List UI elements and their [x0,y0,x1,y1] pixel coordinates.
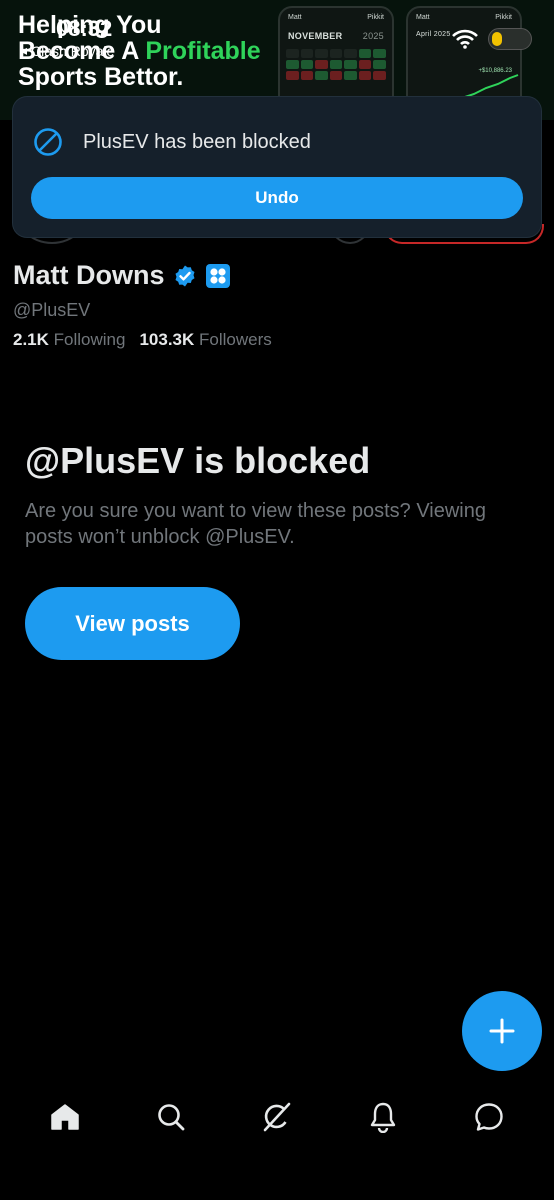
banner-line-1: Helping You [18,11,162,39]
following-count: 2.1K [13,330,49,349]
banner-line-3: Sports Bettor. [18,64,261,90]
mock1-user: Matt [288,14,302,21]
battery-icon [488,28,532,50]
home-icon [51,1104,79,1130]
following-link[interactable]: 2.1K Following [13,330,125,350]
mock2-month: April 2025 [416,31,451,38]
messages-icon [475,1103,503,1131]
bottom-navigation [0,1080,554,1154]
search-icon [158,1104,185,1131]
banner-line-3-dot: . [176,63,184,91]
mock2-user: Matt [416,14,430,21]
nav-home[interactable] [37,1089,93,1145]
grok-icon [263,1102,291,1132]
mock2-brand: Pikkit [495,14,512,21]
nav-grok[interactable] [249,1089,305,1145]
blocked-icon [34,128,62,156]
blocked-title: @PlusEV is blocked [25,440,371,481]
nav-notifications[interactable] [355,1089,411,1145]
blocked-description: Are you sure you want to view these post… [25,500,486,548]
status-time: 08:32 [56,16,113,41]
wifi-icon [452,29,478,49]
back-triangle-icon: ◂ [20,42,28,58]
followers-label: Followers [199,330,272,349]
banner-line-2-highlight: Profitable [145,37,261,65]
profile-handle: @PlusEV [13,300,91,320]
followers-count: 103.3K [139,330,195,349]
back-to-app[interactable]: ◂ Clash Royale [20,42,114,59]
nav-search[interactable] [143,1089,199,1145]
system-gesture-area [0,1154,554,1200]
mock1-calendar-grid [280,41,392,88]
back-app-label: Clash Royale [31,42,115,59]
following-label: Following [53,330,126,349]
mock1-year: 2025 [362,31,384,41]
blocked-toast: PlusEV has been blocked Undo [13,97,541,237]
notifications-bell-icon [370,1102,396,1133]
toast-message: PlusEV has been blocked [83,130,311,153]
undo-button[interactable]: Undo [31,177,523,219]
follow-counts: 2.1K Following 103.3K Followers [13,330,272,350]
nav-messages[interactable] [461,1089,517,1145]
verified-badge-icon[interactable] [173,264,197,288]
followers-link[interactable]: 103.3K Followers [139,330,271,350]
banner-line-3-text: Sports Bettor [18,63,177,91]
view-posts-button[interactable]: View posts [25,587,240,660]
status-indicators [452,28,532,50]
profile-name-row: Matt Downs [13,260,231,291]
mock1-brand: Pikkit [367,14,384,21]
compose-post-button[interactable] [462,991,542,1071]
mock1-month: NOVEMBER [288,31,343,41]
profile-name: Matt Downs [13,260,165,290]
plus-icon [489,1018,515,1044]
affiliate-badge-icon[interactable] [205,263,231,289]
battery-fill [492,32,502,46]
